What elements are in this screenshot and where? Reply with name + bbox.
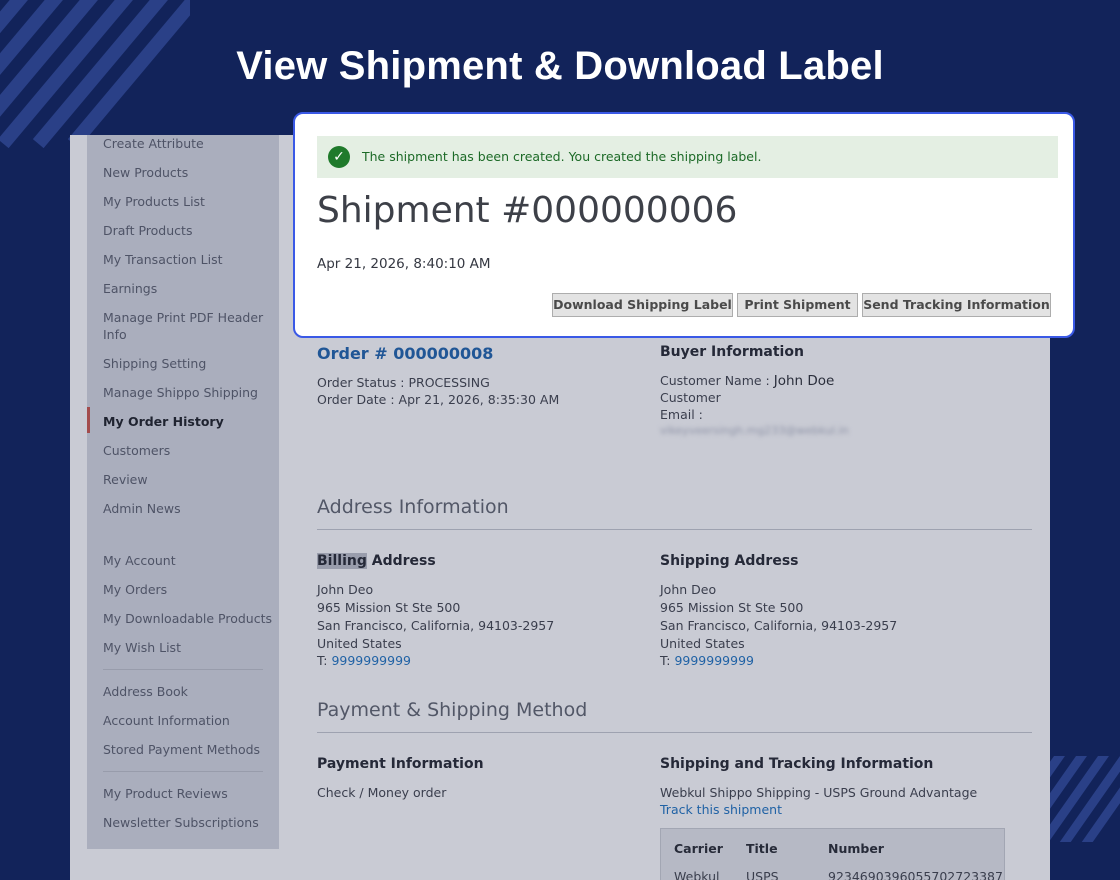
customer-name-label: Customer Name : — [660, 373, 770, 388]
sidebar-divider — [103, 771, 263, 772]
sidebar-item-account-information[interactable]: Account Information — [103, 712, 273, 729]
sidebar-item-my-account[interactable]: My Account — [103, 552, 273, 569]
sidebar-item-stored-payment-methods[interactable]: Stored Payment Methods — [103, 741, 273, 758]
email-label: Email : — [660, 407, 703, 422]
sidebar-item-manage-print-pdf-header[interactable]: Manage Print PDF Header Info — [103, 309, 273, 343]
customer-name-row: Customer Name : John Doe — [660, 372, 834, 390]
payment-method: Check / Money order — [317, 785, 447, 800]
shipping-country: United States — [660, 636, 745, 651]
billing-country: United States — [317, 636, 402, 651]
sidebar-item-my-orders[interactable]: My Orders — [103, 581, 273, 598]
sidebar-item-customers[interactable]: Customers — [103, 442, 273, 459]
payment-information-heading: Payment Information — [317, 756, 484, 772]
order-date: Order Date : Apr 21, 2026, 8:35:30 AM — [317, 392, 560, 407]
page-headline: View Shipment & Download Label — [236, 44, 884, 88]
sidebar-item-manage-shippo-shipping[interactable]: Manage Shippo Shipping — [103, 384, 273, 401]
billing-city: San Francisco, California, 94103-2957 — [317, 618, 555, 633]
buyer-information-heading: Buyer Information — [660, 344, 804, 360]
sidebar-item-earnings[interactable]: Earnings — [103, 280, 273, 297]
print-shipment-button[interactable]: Print Shipment — [737, 293, 858, 317]
send-tracking-information-button[interactable]: Send Tracking Information — [862, 293, 1051, 317]
email-value-blurred: vikeyveersingh.mg233@webkul.in — [660, 424, 849, 437]
sidebar-item-my-wish-list[interactable]: My Wish List — [103, 639, 273, 656]
billing-phone-row: T: 9999999999 — [317, 652, 411, 669]
table-cell-tracking-number[interactable]: 9234690396055702723387 — [828, 869, 1003, 880]
tracking-table: Carrier Title Number Webkul USPS 9234690… — [660, 828, 1005, 880]
customer-group: Customer — [660, 390, 721, 405]
address-information-title: Address Information — [317, 496, 509, 518]
shipment-title: Shipment #000000006 — [317, 190, 738, 231]
sidebar-item-my-product-reviews[interactable]: My Product Reviews — [103, 785, 273, 802]
shipping-phone-prefix: T: — [660, 653, 675, 668]
order-title: Order # 000000008 — [317, 344, 494, 363]
shipping-name: John Deo — [660, 582, 717, 597]
sidebar-divider — [103, 669, 263, 670]
sidebar-item-shipping-setting[interactable]: Shipping Setting — [103, 355, 273, 372]
section-divider — [317, 529, 1032, 530]
shipping-address-heading: Shipping Address — [660, 553, 799, 569]
billing-phone-prefix: T: — [317, 653, 332, 668]
table-cell-carrier: Webkul — [674, 869, 720, 880]
table-header-title: Title — [746, 841, 778, 856]
billing-highlight: Billing — [317, 553, 367, 569]
sidebar-item-my-downloadable-products[interactable]: My Downloadable Products — [103, 610, 273, 627]
shipping-method: Webkul Shippo Shipping - USPS Ground Adv… — [660, 785, 978, 800]
sidebar-item-my-products-list[interactable]: My Products List — [103, 193, 273, 210]
success-message: ✓ The shipment has been created. You cre… — [317, 136, 1058, 178]
payment-shipping-title: Payment & Shipping Method — [317, 699, 588, 721]
sidebar-active-indicator — [87, 407, 90, 433]
account-sidebar: Create Attribute New Products My Product… — [87, 135, 279, 849]
sidebar-item-new-products[interactable]: New Products — [103, 164, 273, 181]
shipping-phone-link[interactable]: 9999999999 — [674, 653, 754, 668]
table-cell-title: USPS — [746, 869, 779, 880]
sidebar-item-newsletter-subscriptions[interactable]: Newsletter Subscriptions — [103, 814, 273, 831]
sidebar-item-review[interactable]: Review — [103, 471, 273, 488]
billing-street: 965 Mission St Ste 500 — [317, 600, 461, 615]
shipping-street: 965 Mission St Ste 500 — [660, 600, 804, 615]
order-status: Order Status : PROCESSING — [317, 375, 490, 390]
tracking-information-heading: Shipping and Tracking Information — [660, 756, 934, 772]
sidebar-item-address-book[interactable]: Address Book — [103, 683, 273, 700]
billing-phone-link[interactable]: 9999999999 — [331, 653, 411, 668]
shipment-details-card: ✓ The shipment has been created. You cre… — [293, 112, 1075, 338]
billing-heading-rest: Address — [366, 553, 436, 569]
section-divider — [317, 732, 1032, 733]
sidebar-item-draft-products[interactable]: Draft Products — [103, 222, 273, 239]
sidebar-item-create-attribute[interactable]: Create Attribute — [103, 135, 273, 152]
shipping-city: San Francisco, California, 94103-2957 — [660, 618, 898, 633]
decorative-stripes-bottom-right — [1048, 756, 1120, 842]
shipment-date: Apr 21, 2026, 8:40:10 AM — [317, 256, 491, 272]
shipping-phone-row: T: 9999999999 — [660, 652, 754, 669]
billing-name: John Deo — [317, 582, 374, 597]
success-message-text: The shipment has been created. You creat… — [362, 149, 762, 164]
download-shipping-label-button[interactable]: Download Shipping Label — [552, 293, 733, 317]
track-shipment-link[interactable]: Track this shipment — [660, 801, 782, 818]
sidebar-item-my-order-history[interactable]: My Order History — [103, 413, 273, 430]
customer-name-value: John Doe — [773, 373, 835, 389]
table-header-carrier: Carrier — [674, 841, 723, 856]
table-header-number: Number — [828, 841, 884, 856]
sidebar-item-my-transaction-list[interactable]: My Transaction List — [103, 251, 273, 268]
success-check-icon: ✓ — [328, 146, 350, 168]
sidebar-item-admin-news[interactable]: Admin News — [103, 500, 273, 517]
billing-address-heading: Billing Address — [317, 553, 436, 569]
